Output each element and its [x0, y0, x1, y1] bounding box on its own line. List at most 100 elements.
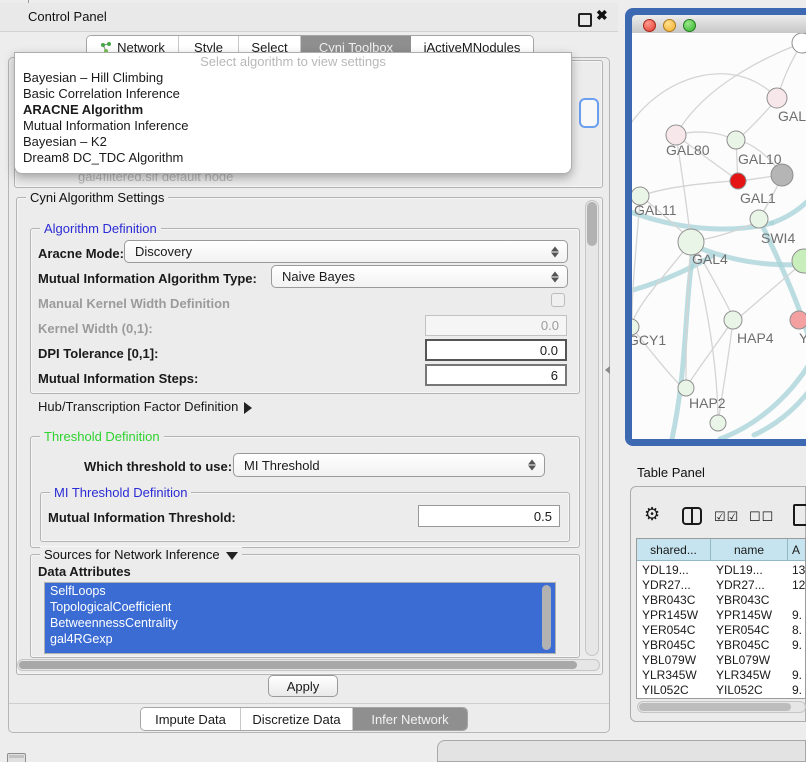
network-node[interactable] [790, 311, 806, 329]
table-row[interactable]: YIL052CYIL052C9. [637, 682, 806, 697]
list-vscrollbar-thumb[interactable] [542, 585, 551, 650]
gear-icon[interactable]: ⚙ [644, 504, 660, 525]
close-traffic-button[interactable] [643, 19, 656, 32]
sources-title-row[interactable]: Sources for Network Inference [40, 547, 242, 562]
mi-threshold-title: MI Threshold Definition [50, 485, 191, 500]
table-row[interactable]: YLR345WYLR345W9. [637, 667, 806, 682]
aracne-mode-combobox[interactable]: Discovery [124, 240, 568, 263]
hub-definition-label: Hub/Transcription Factor Definition [38, 399, 238, 414]
mi-steps-field[interactable]: 6 [425, 364, 567, 386]
table-row[interactable]: YBR045CYBR045C9. [637, 637, 806, 652]
algorithm-option[interactable]: Bayesian – Hill Climbing [15, 70, 571, 86]
expand-right-icon [244, 402, 252, 414]
column-header[interactable]: name [711, 539, 788, 561]
network-node[interactable] [750, 210, 768, 228]
table-cell: YER054C [711, 623, 788, 637]
focused-combo-fragment[interactable] [579, 98, 599, 128]
table-row[interactable]: YDL19...YDL19...13 [637, 562, 806, 577]
list-item[interactable]: BetweennessCentrality [45, 615, 555, 631]
network-node[interactable] [727, 131, 745, 149]
manual-kernel-label: Manual Kernel Width Definition [38, 296, 230, 311]
table-cell: YLR345W [637, 668, 711, 682]
network-node[interactable] [771, 164, 793, 186]
bottom-panel-edge [437, 740, 806, 762]
which-threshold-combobox[interactable]: MI Threshold [233, 453, 545, 477]
settings-vscrollbar-thumb[interactable] [587, 202, 597, 246]
table-cell: 9. [788, 608, 806, 622]
list-item[interactable]: gal4RGexp [45, 631, 555, 647]
list-item-partial[interactable] [45, 647, 555, 654]
list-item[interactable]: SelfLoops [45, 583, 555, 599]
network-view-window: GALGAL80GAL10GAL1GAL11SWI4GAL4GCY1HAP4YH… [625, 8, 806, 446]
stepper-arrows-icon [551, 271, 559, 282]
network-canvas[interactable]: GALGAL80GAL10GAL1GAL11SWI4GAL4GCY1HAP4YH… [632, 33, 806, 439]
network-node-label: GAL10 [738, 151, 782, 167]
data-attributes-list[interactable]: SelfLoops TopologicalCoefficient Between… [44, 582, 556, 654]
table-row[interactable]: YBR043CYBR043C [637, 592, 806, 607]
table-row[interactable]: YPR145WYPR145W9. [637, 607, 806, 622]
network-node[interactable] [724, 311, 742, 329]
table-cell: YBL079W [637, 653, 711, 667]
cyni-settings-title: Cyni Algorithm Settings [26, 190, 168, 205]
tab-label: Discretize Data [252, 712, 340, 727]
network-window-titlebar[interactable] [632, 15, 806, 34]
panel-splitter-handle[interactable] [605, 366, 610, 374]
algorithm-option[interactable]: Dream8 DC_TDC Algorithm [15, 150, 571, 166]
list-item[interactable]: TopologicalCoefficient [45, 599, 555, 615]
table-cell: 9. [788, 668, 806, 682]
select-all-checkboxes-icon[interactable]: ☑☑ [714, 509, 739, 525]
algorithm-option[interactable]: Basic Correlation Inference [15, 86, 571, 102]
table-cell: YDR27... [637, 578, 711, 592]
tab-impute-data[interactable]: Impute Data [141, 708, 241, 730]
control-panel-window: Control Panel ✖ Network Style Select [0, 0, 618, 740]
column-header[interactable]: A [788, 539, 806, 561]
algorithm-option[interactable]: Mutual Information Inference [15, 118, 571, 134]
split-view-icon[interactable] [682, 507, 702, 525]
table-hscrollbar-thumb[interactable] [639, 703, 791, 711]
algorithm-option[interactable]: ARACNE Algorithm [15, 102, 571, 118]
aracne-mode-label: Aracne Mode: [38, 246, 124, 261]
network-node[interactable] [792, 33, 806, 53]
network-node[interactable] [710, 415, 726, 431]
network-node[interactable] [730, 173, 746, 189]
panel-title: Control Panel [28, 9, 107, 24]
stepper-arrows-icon [551, 246, 559, 257]
settings-hscrollbar-thumb[interactable] [19, 661, 577, 669]
file-icon[interactable] [793, 504, 806, 526]
tab-infer-network[interactable]: Infer Network [353, 708, 467, 730]
zoom-traffic-button[interactable] [683, 19, 696, 32]
table-row[interactable]: YER054CYER054C8. [637, 622, 806, 637]
network-node[interactable] [767, 88, 787, 108]
threshold-definition-title: Threshold Definition [40, 429, 164, 444]
manual-kernel-checkbox[interactable] [551, 293, 565, 307]
apply-button[interactable]: Apply [268, 675, 338, 697]
mi-threshold-field[interactable]: 0.5 [418, 505, 560, 527]
minimized-panel-icon[interactable] [7, 753, 26, 762]
network-node-label: HAP4 [737, 330, 774, 346]
deselect-all-checkboxes-icon[interactable]: ☐☐ [749, 509, 774, 525]
mi-type-combobox[interactable]: Naive Bayes [271, 265, 568, 288]
tab-label: Impute Data [155, 712, 226, 727]
table-cell: YER054C [637, 623, 711, 637]
network-node-label: GAL [778, 108, 806, 124]
settings-vscrollbar[interactable] [585, 200, 599, 656]
column-header[interactable]: shared... [637, 539, 711, 561]
tab-discretize-data[interactable]: Discretize Data [241, 708, 353, 730]
float-button[interactable] [578, 13, 592, 27]
table-row[interactable]: YDR27...YDR27...12 [637, 577, 806, 592]
minimize-traffic-button[interactable] [663, 19, 676, 32]
dpi-tolerance-field[interactable]: 0.0 [425, 339, 567, 361]
table-cell: YDR27... [711, 578, 788, 592]
desktop: Control Panel ✖ Network Style Select [0, 0, 806, 762]
network-node-label: HAP2 [689, 395, 726, 411]
collapse-down-icon [226, 552, 238, 560]
network-node[interactable] [678, 380, 694, 396]
table-row[interactable]: YBL079WYBL079W [637, 652, 806, 667]
algorithm-option[interactable]: Bayesian – K2 [15, 134, 571, 150]
hub-definition-toggle[interactable]: Hub/Transcription Factor Definition [38, 399, 252, 414]
network-edge [640, 181, 732, 196]
network-node-label: Y [799, 330, 806, 346]
bottom-divider [9, 703, 609, 704]
control-panel-header: Control Panel ✖ [0, 3, 618, 32]
close-icon[interactable]: ✖ [596, 7, 608, 24]
